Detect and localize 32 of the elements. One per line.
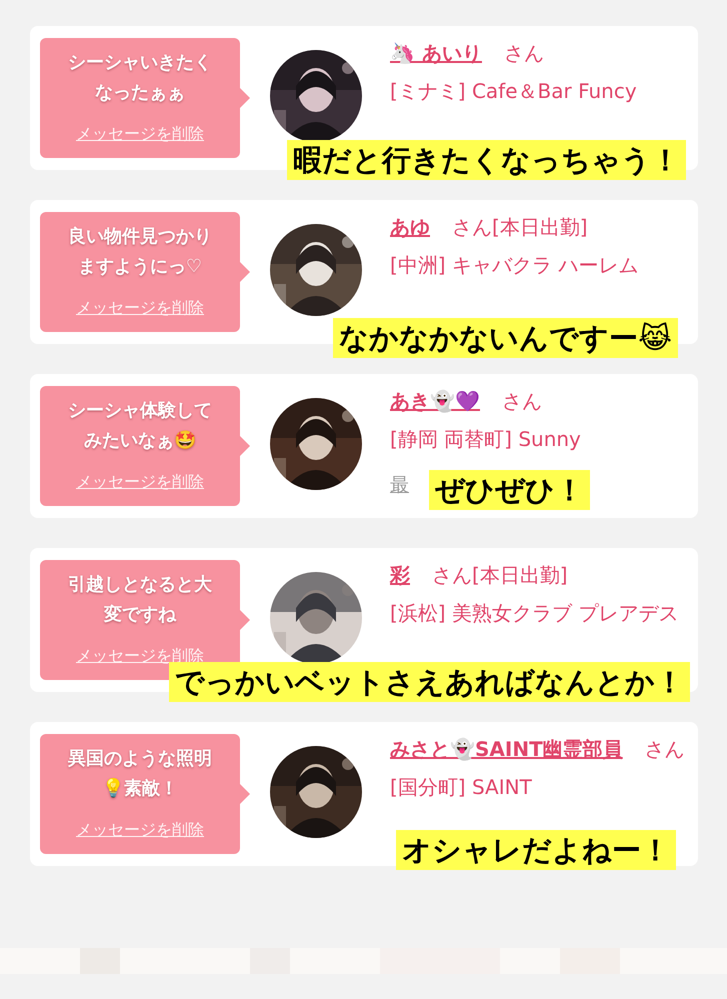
blog-link[interactable]: 最 [390, 470, 409, 500]
message-text: シーシャいきたくなったぁぁ [67, 51, 213, 105]
cast-name-link[interactable]: みさと👻SAINT幽霊部員 [390, 737, 623, 761]
shop-name: [国分町] SAINT [390, 774, 533, 801]
caption-overlay: 暇だと行きたくなっちゃう！ [287, 140, 686, 180]
delete-message-link[interactable]: メッセージを削除 [76, 820, 204, 841]
shop-name: [浜松] 美熟女クラブ プレアデス [390, 600, 678, 627]
shop-name: [中洲] キャバクラ ハーレム [390, 252, 638, 279]
delete-message-link[interactable]: メッセージを削除 [76, 298, 204, 319]
caption-overlay: なかなかないんですー😹 [333, 318, 678, 358]
message-text: シーシャ体験してみたいなぁ🤩 [67, 399, 213, 453]
shop-name: [ミナミ] Cafe＆Bar Funcy [390, 78, 637, 105]
message-text: 引越しとなると大変ですね [67, 573, 213, 627]
cast-name-link[interactable]: 彩 [390, 563, 410, 587]
caption-overlay: でっかいベットさえあればなんとか！ [169, 662, 690, 702]
status-text: [本日出勤] [492, 215, 588, 239]
honorific: さん [452, 214, 492, 241]
honorific: さん [432, 562, 472, 589]
honorific: さん [644, 736, 685, 763]
caption-overlay: オシャレだよねー！ [396, 830, 676, 870]
status-text: [本日出勤] [472, 563, 568, 587]
message-text: 良い物件見つかりますようにっ♡ [67, 225, 213, 279]
cast-name-link[interactable]: 🦄 あいり [390, 41, 482, 65]
cast-name-link[interactable]: あゆ [390, 215, 430, 239]
caption-overlay: ぜひぜひ！ [429, 470, 590, 510]
delete-message-link[interactable]: メッセージを削除 [76, 472, 204, 493]
message-text: 異国のような照明💡素敵！ [67, 747, 213, 801]
honorific: さん [502, 388, 542, 415]
cast-name-link[interactable]: あき👻💜 [390, 389, 480, 413]
shop-name: [静岡 両替町] Sunny [390, 426, 581, 453]
honorific: さん [504, 40, 544, 67]
delete-message-link[interactable]: メッセージを削除 [76, 124, 204, 145]
